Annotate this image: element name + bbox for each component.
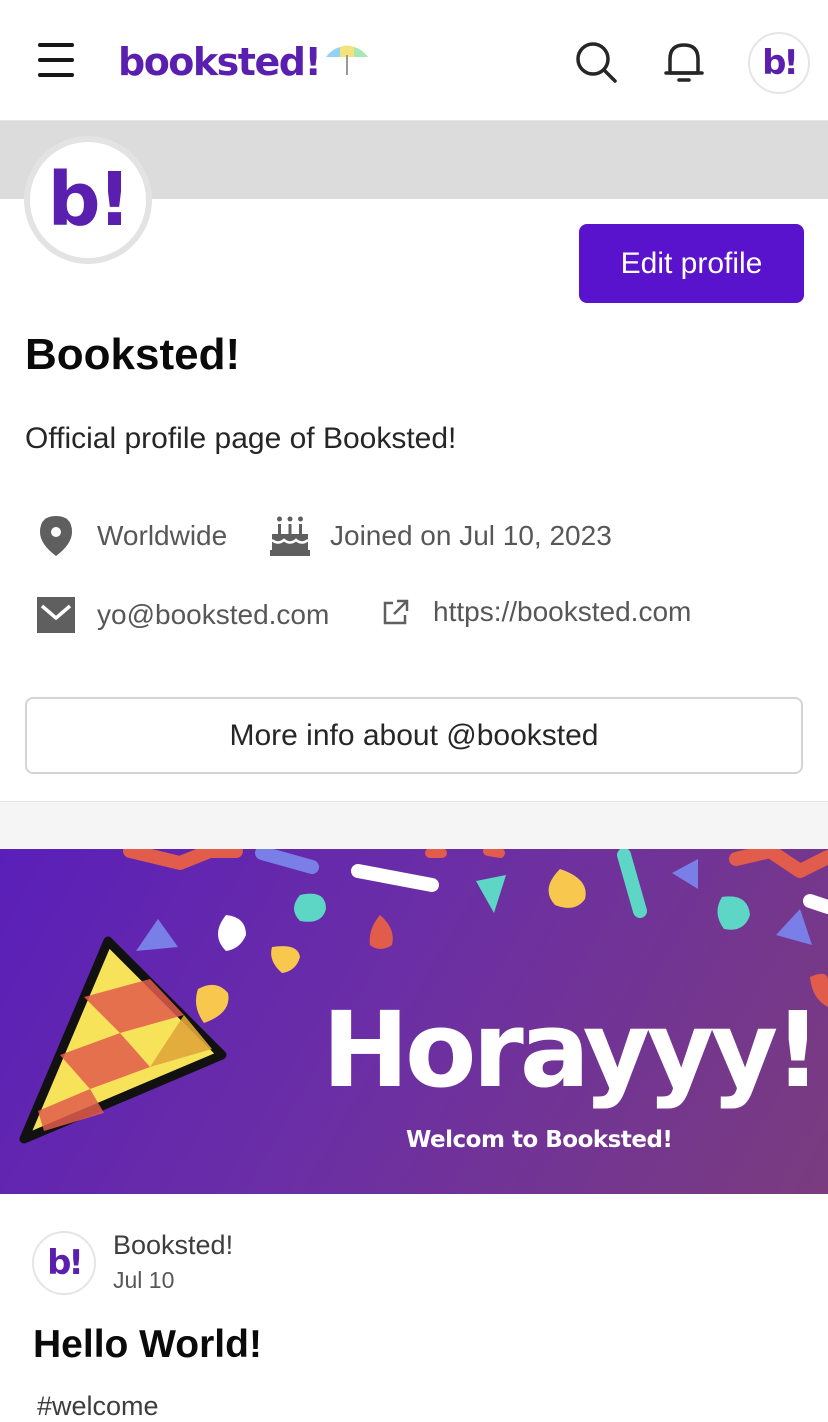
post-card: b! Booksted! Jul 10 Hello World! #welcom… bbox=[0, 1195, 828, 1421]
menu-icon[interactable] bbox=[34, 43, 78, 83]
search-icon[interactable] bbox=[572, 38, 620, 86]
profile-avatar-text: b! bbox=[47, 157, 132, 243]
post-title[interactable]: Hello World! bbox=[33, 1323, 262, 1367]
location-text: Worldwide bbox=[97, 520, 228, 551]
location-pin-icon bbox=[40, 516, 72, 556]
email-text: yo@booksted.com bbox=[97, 599, 330, 630]
banner-title: Horayyy! bbox=[322, 989, 822, 1111]
banner-subtitle: Welcom to Booksted! bbox=[406, 1127, 673, 1153]
post-author-name[interactable]: Booksted! bbox=[113, 1230, 233, 1261]
post-date: Jul 10 bbox=[113, 1267, 175, 1293]
profile-name: Booksted! bbox=[25, 330, 241, 379]
edit-profile-button[interactable]: Edit profile bbox=[579, 224, 804, 303]
website-link[interactable]: https://booksted.com bbox=[433, 596, 691, 628]
umbrella-icon bbox=[326, 45, 369, 75]
mail-icon bbox=[37, 597, 75, 633]
party-popper-icon bbox=[19, 936, 227, 1144]
user-avatar[interactable]: b! bbox=[748, 32, 810, 94]
profile-bio: Official profile page of Booksted! bbox=[25, 422, 457, 455]
post-tag[interactable]: #welcome bbox=[37, 1391, 159, 1422]
post-cover-image[interactable]: Horayyy! Welcom to Booksted! bbox=[0, 849, 828, 1194]
section-divider bbox=[0, 801, 828, 849]
bell-icon[interactable] bbox=[660, 38, 708, 86]
more-info-button[interactable]: More info about @booksted bbox=[25, 697, 803, 774]
top-header: booksted! b! bbox=[0, 0, 828, 121]
location-meta: Worldwide bbox=[36, 514, 227, 558]
email-meta[interactable]: yo@booksted.com bbox=[36, 596, 329, 634]
site-logo[interactable]: booksted! bbox=[118, 38, 370, 86]
post-avatar-text: b! bbox=[47, 1243, 84, 1283]
cake-icon bbox=[270, 516, 310, 556]
post-author-avatar[interactable]: b! bbox=[32, 1231, 96, 1295]
joined-text: Joined on Jul 10, 2023 bbox=[330, 520, 612, 551]
joined-meta: Joined on Jul 10, 2023 bbox=[268, 514, 612, 558]
website-meta[interactable]: https://booksted.com bbox=[381, 596, 691, 628]
external-link-icon bbox=[383, 599, 409, 625]
profile-avatar: b! bbox=[24, 136, 152, 264]
logo-text: booksted! bbox=[118, 40, 322, 84]
avatar-logo-text: b! bbox=[762, 43, 799, 83]
